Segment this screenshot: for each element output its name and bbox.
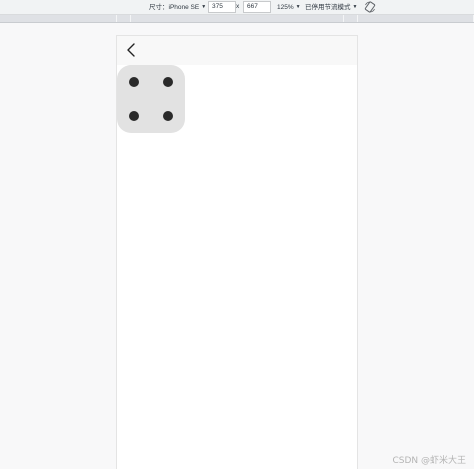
dice-pip bbox=[129, 77, 139, 87]
media-query-ruler[interactable] bbox=[0, 15, 474, 23]
ruler-segment[interactable] bbox=[0, 15, 117, 22]
dice-pip bbox=[163, 77, 173, 87]
zoom-select[interactable]: 125% ▼ bbox=[277, 2, 301, 12]
ruler-segment[interactable] bbox=[130, 15, 344, 22]
rotate-icon[interactable] bbox=[364, 1, 376, 13]
dice-pip bbox=[129, 111, 139, 121]
ruler-segment[interactable] bbox=[116, 15, 131, 22]
dimension-separator: x bbox=[236, 3, 240, 10]
device-select[interactable]: 尺寸：iPhone SE ▼ bbox=[149, 2, 206, 12]
dice-face[interactable] bbox=[117, 65, 185, 133]
dice-pip bbox=[163, 111, 173, 121]
device-toolbar: 尺寸：iPhone SE ▼ 375 x 667 125% ▼ 已停用节流模式 ▼ bbox=[0, 0, 474, 15]
caret-down-icon: ▼ bbox=[295, 4, 301, 10]
throttle-select-label: 已停用节流模式 bbox=[305, 4, 351, 11]
throttle-select[interactable]: 已停用节流模式 ▼ bbox=[305, 2, 357, 12]
caret-down-icon: ▼ bbox=[201, 4, 207, 10]
width-input[interactable]: 375 bbox=[208, 1, 236, 13]
watermark: CSDN @虾米大王 bbox=[392, 456, 466, 466]
ruler-segment[interactable] bbox=[357, 15, 474, 22]
nav-bar bbox=[117, 36, 357, 65]
caret-down-icon: ▼ bbox=[352, 4, 358, 10]
chevron-left-icon[interactable] bbox=[121, 40, 141, 60]
height-input[interactable]: 667 bbox=[243, 1, 271, 13]
zoom-select-label: 125% bbox=[277, 4, 294, 11]
device-viewport bbox=[116, 35, 358, 469]
device-select-label: 尺寸：iPhone SE bbox=[149, 4, 200, 11]
ruler-segment[interactable] bbox=[343, 15, 358, 22]
